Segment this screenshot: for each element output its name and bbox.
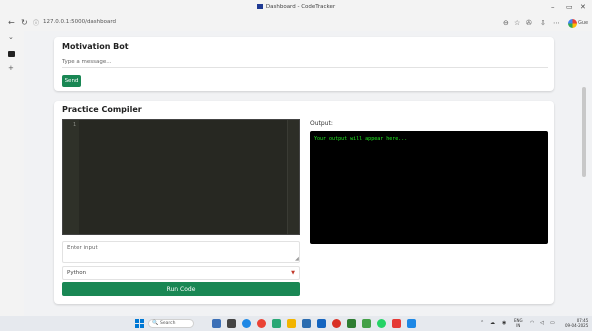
close-icon[interactable]: ✕ [580, 3, 586, 11]
page-scrollbar[interactable] [582, 87, 586, 177]
app-icon[interactable] [347, 319, 356, 328]
cloud-icon[interactable]: ☁ [490, 320, 495, 326]
send-button[interactable]: Send [62, 75, 81, 87]
profile-label[interactable]: Gue [578, 20, 588, 26]
app-tray-icon[interactable]: ◉ [502, 320, 506, 326]
minimize-icon[interactable]: – [551, 3, 555, 11]
task-view-icon[interactable] [227, 319, 236, 328]
clock[interactable]: 07:45 09-04-2025 [565, 318, 588, 328]
motivation-bot-card: Motivation Bot Send [54, 37, 554, 91]
taskbar-search[interactable]: 🔍 Search [148, 319, 194, 328]
site-favicon-icon [256, 4, 263, 9]
wifi-icon[interactable]: ◠ [530, 320, 534, 326]
compiler-title: Practice Compiler [62, 105, 142, 114]
language-select-value: Python [67, 270, 87, 276]
file-explorer-icon[interactable] [287, 319, 296, 328]
new-tab-icon[interactable]: + [8, 64, 14, 72]
more-icon[interactable]: ⋯ [553, 19, 560, 27]
vertical-tab-strip: ⌄ + [0, 31, 24, 316]
resize-handle-icon[interactable]: ◢ [295, 256, 299, 262]
back-icon[interactable]: ← [8, 18, 15, 27]
taskbar-search-label: Search [160, 321, 176, 326]
reload-icon[interactable]: ↻ [21, 18, 28, 27]
message-input[interactable] [62, 57, 548, 68]
whatsapp-icon[interactable] [377, 319, 386, 328]
page-content: Motivation Bot Send Practice Compiler 1 … [24, 31, 592, 316]
chevron-down-icon: ▼ [291, 270, 295, 276]
url-text[interactable]: 127.0.0.1:5000/dashboard [43, 19, 116, 25]
tab-favicon-icon[interactable] [8, 51, 15, 57]
window-title: Dashboard - CodeTracker [0, 4, 592, 10]
editor-scrollbar[interactable] [287, 120, 299, 234]
address-bar-row: ← ↻ ⓘ 127.0.0.1:5000/dashboard ⊖ ☆ ✇ ⇩ ⋯… [0, 16, 592, 31]
output-text: Your output will appear here... [314, 136, 408, 142]
windows-start-icon[interactable] [135, 319, 144, 328]
app-icon[interactable] [362, 319, 371, 328]
stdin-input[interactable] [62, 241, 300, 263]
line-number-gutter: 1 [63, 120, 79, 234]
translate-icon[interactable]: ⊖ [503, 19, 509, 27]
app-icon[interactable] [392, 319, 401, 328]
tab-title: Dashboard - CodeTracker [265, 4, 336, 10]
extensions-icon[interactable]: ✇ [526, 19, 532, 27]
widgets-icon[interactable] [212, 319, 221, 328]
store-icon[interactable] [302, 319, 311, 328]
practice-compiler-card: Practice Compiler 1 ◢ Python ▼ Run Code … [54, 101, 554, 304]
output-label: Output: [310, 120, 333, 127]
chrome-icon[interactable] [257, 319, 266, 328]
window-titlebar: Dashboard - CodeTracker – ▭ ✕ [0, 0, 592, 16]
language-select[interactable]: Python ▼ [62, 266, 300, 280]
output-panel: Your output will appear here... [310, 131, 548, 244]
app-icon[interactable] [272, 319, 281, 328]
vscode-icon[interactable] [407, 319, 416, 328]
volume-icon[interactable]: ◁ [540, 320, 544, 326]
chevron-down-icon[interactable]: ⌄ [8, 33, 14, 41]
language-indicator[interactable]: ENG IN [514, 318, 523, 328]
run-code-button[interactable]: Run Code [62, 282, 300, 296]
battery-icon[interactable]: ▭ [550, 320, 555, 326]
maximize-icon[interactable]: ▭ [566, 3, 573, 11]
tray-chevron-icon[interactable]: ⌃ [480, 320, 484, 326]
bookmark-star-icon[interactable]: ☆ [514, 19, 520, 27]
edge-icon[interactable] [242, 319, 251, 328]
opera-icon[interactable] [332, 319, 341, 328]
app-icon[interactable] [317, 319, 326, 328]
motivation-bot-title: Motivation Bot [62, 42, 129, 51]
profile-avatar[interactable] [568, 19, 577, 28]
downloads-icon[interactable]: ⇩ [540, 19, 546, 27]
taskbar: 🔍 Search ⌃ ☁ ◉ ENG IN ◠ ◁ ▭ 07:45 09-04-20… [0, 316, 592, 331]
address-bar[interactable]: ⓘ 127.0.0.1:5000/dashboard [33, 18, 473, 29]
code-editor[interactable]: 1 [62, 119, 300, 235]
search-icon: 🔍 [152, 320, 159, 326]
site-info-icon[interactable]: ⓘ [33, 18, 39, 27]
